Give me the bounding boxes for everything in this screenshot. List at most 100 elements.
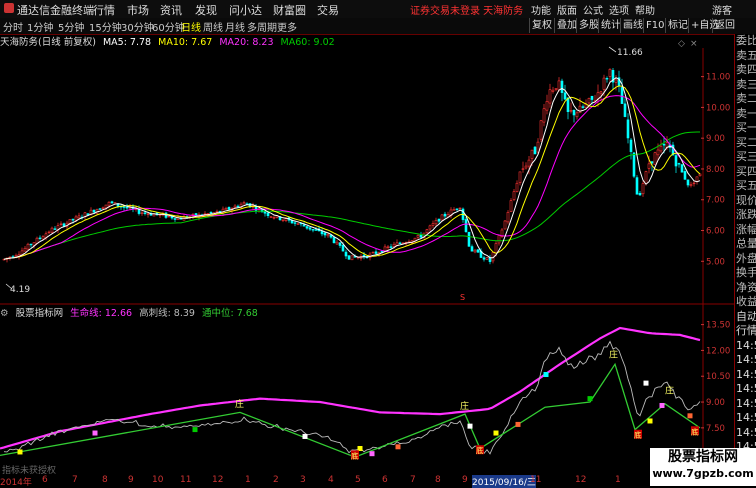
indicator-tick-label: 12.00: [706, 346, 730, 356]
candle-body: [650, 161, 654, 164]
low-price-label: 4.19: [10, 285, 30, 295]
candle-body: [530, 149, 534, 159]
app-logo-icon: [4, 3, 14, 13]
candle-body: [140, 212, 144, 214]
back-button[interactable]: 返回: [712, 18, 737, 33]
candle-body: [47, 231, 51, 234]
signal-square: [659, 402, 665, 408]
menu-formula[interactable]: 公式: [583, 2, 603, 17]
side-panel-item: 14:5: [736, 382, 756, 395]
diamond-icon[interactable]: ◇: [678, 39, 685, 49]
period-30min[interactable]: 30分钟: [121, 19, 154, 34]
period-intraday[interactable]: 分时: [3, 19, 23, 34]
candle-body: [536, 141, 540, 153]
zigzag-line: [0, 362, 701, 458]
candle-body: [506, 212, 510, 223]
candle-body: [392, 243, 396, 247]
sell-marker: S: [460, 293, 465, 302]
candle-body: [209, 212, 213, 214]
price-tick-label: 8.00: [706, 165, 725, 175]
candle-body: [23, 247, 27, 252]
candle-body: [371, 251, 375, 254]
candle-body: [476, 249, 480, 253]
bottom-tag: 底: [691, 426, 699, 436]
period-daily[interactable]: 日线: [181, 19, 201, 34]
candle-body: [677, 163, 681, 165]
menu-market[interactable]: 市场: [127, 2, 149, 18]
candle-body: [464, 219, 468, 232]
candle-body: [452, 209, 456, 211]
candle-body: [683, 171, 687, 180]
candle-body: [110, 201, 114, 204]
candle-body: [224, 207, 228, 210]
candle-body: [644, 171, 648, 184]
gear-icon[interactable]: ⚙: [0, 308, 9, 319]
high-line-label: 高刺线: 8.39: [139, 308, 195, 319]
candle-body: [59, 223, 63, 225]
adjust-button[interactable]: 复权: [529, 18, 554, 33]
candle-body: [521, 168, 525, 170]
candle-body: [281, 219, 285, 222]
candle-body: [272, 217, 276, 219]
candle-body: [620, 87, 624, 104]
period-multi[interactable]: 多周期: [247, 19, 277, 34]
candle-body: [563, 92, 567, 100]
menu-discover[interactable]: 发现: [195, 2, 217, 18]
candle-body: [647, 163, 651, 169]
indicator-info-line: ⚙ 股票指标网 生命线: 12.66 高刺线: 8.39 通中位: 7.68: [0, 305, 262, 319]
menu-trade[interactable]: 交易: [317, 2, 339, 18]
menu-fortune[interactable]: 财富圈: [273, 2, 306, 18]
period-more[interactable]: 更多: [277, 19, 297, 34]
candle-body: [503, 220, 507, 230]
candle-body: [428, 225, 432, 230]
f10-button[interactable]: F10: [643, 18, 666, 33]
period-15min[interactable]: 15分钟: [89, 19, 122, 34]
period-5min[interactable]: 5分钟: [58, 19, 84, 34]
candle-body: [581, 106, 585, 108]
candle-body: [554, 88, 558, 90]
signal-square: [687, 413, 693, 419]
candle-body: [545, 101, 549, 111]
candle-body: [434, 219, 438, 225]
watermark-title: 股票指标网: [668, 449, 738, 465]
period-1min[interactable]: 1分钟: [27, 19, 53, 34]
signal-square: [17, 449, 23, 455]
draw-button[interactable]: 画线: [620, 18, 645, 33]
menu-options[interactable]: 选项: [609, 2, 629, 17]
signal-square: [643, 380, 649, 386]
candle-body: [551, 89, 555, 92]
signal-square: [493, 430, 499, 436]
bottom-tag: 底: [634, 430, 642, 440]
user-label[interactable]: 游客: [712, 2, 732, 17]
period-weekly[interactable]: 周线: [203, 19, 223, 34]
mark-button[interactable]: 标记: [665, 18, 690, 33]
candle-body: [143, 212, 147, 214]
date-axis-label: 6: [382, 475, 388, 485]
candle-body: [659, 145, 663, 152]
life-line: [0, 326, 701, 450]
candle-body: [692, 182, 696, 185]
candle-body: [473, 249, 477, 253]
bottom-tag: 底: [476, 445, 484, 455]
kline-chart[interactable]: 11.00 10.00 9.00 8.00 7.00 6.00 5.00 11.66 4.1…: [0, 34, 734, 475]
date-axis-label: 10: [152, 475, 164, 485]
candle-body: [233, 205, 237, 208]
date-axis-label: 8: [435, 475, 441, 485]
candle-body: [293, 222, 297, 224]
menu-news[interactable]: 资讯: [160, 2, 182, 18]
period-60min[interactable]: 60分钟: [152, 19, 185, 34]
candle-body: [542, 108, 546, 123]
close-panel-icon[interactable]: ×: [690, 39, 698, 49]
menu-function[interactable]: 功能: [531, 2, 551, 17]
menu-help[interactable]: 帮助: [635, 2, 655, 17]
menu-quotes[interactable]: 行情: [93, 2, 115, 18]
menu-ask[interactable]: 问小达: [229, 2, 262, 18]
candle-body: [509, 200, 513, 212]
candle-body: [311, 229, 315, 231]
period-monthly[interactable]: 月线: [225, 19, 245, 34]
indicator-title: 股票指标网: [15, 308, 64, 319]
menu-layout[interactable]: 版面: [557, 2, 577, 17]
ma5-line: [3, 77, 701, 260]
date-axis-label: 8: [102, 475, 108, 485]
gray-indicator-line: [3, 340, 701, 455]
